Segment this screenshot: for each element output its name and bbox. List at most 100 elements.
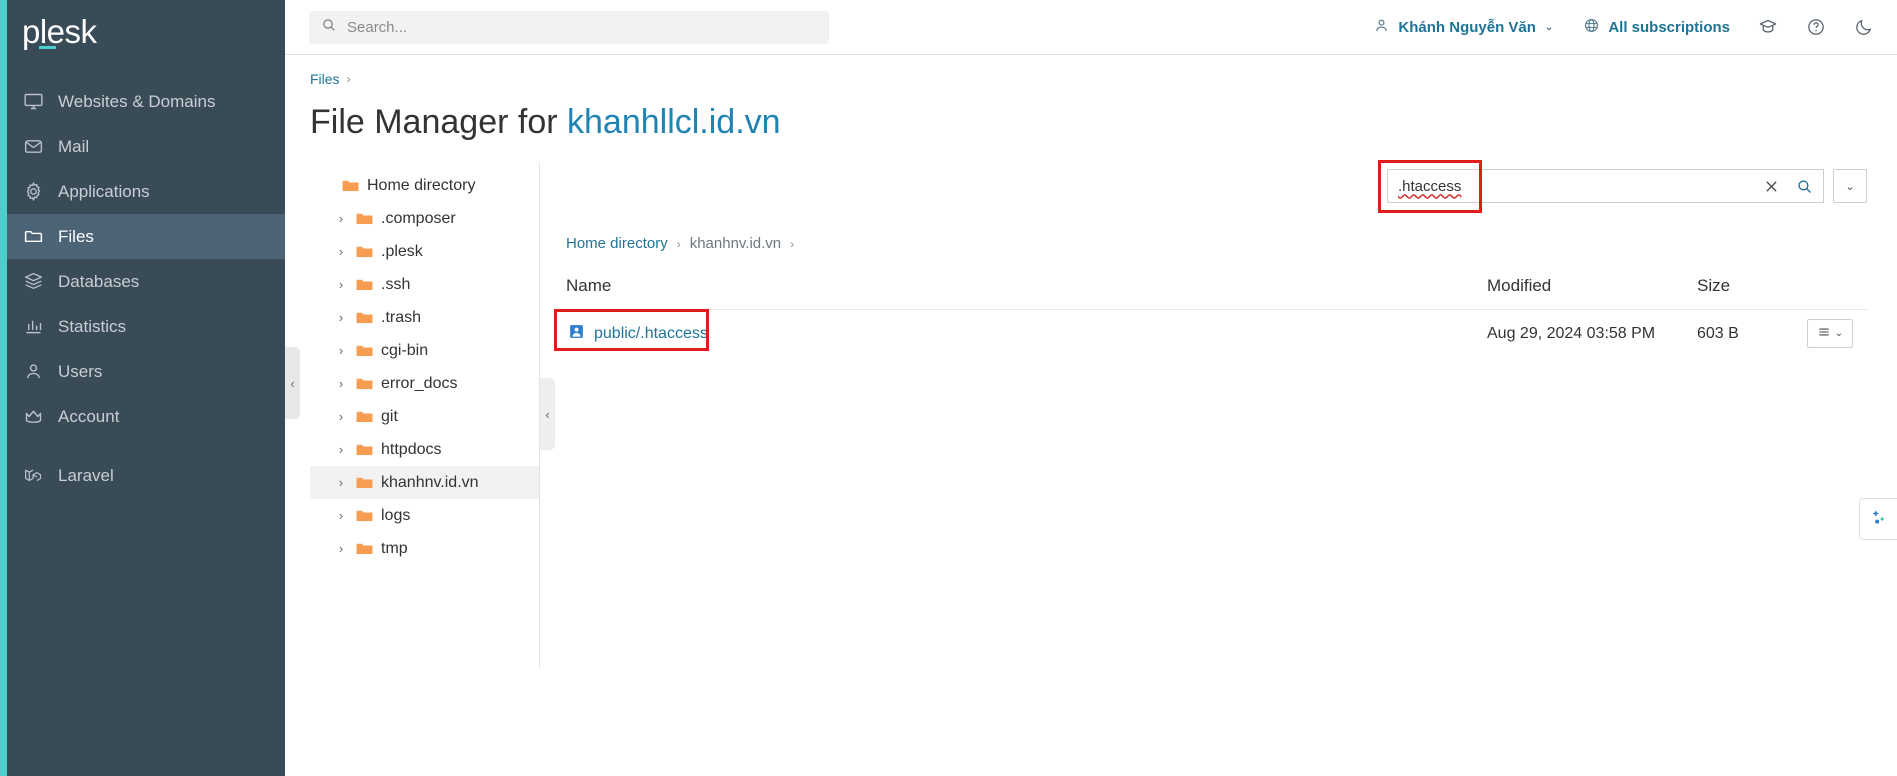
- chevron-right-icon[interactable]: ›: [334, 409, 348, 424]
- file-search-group: .htaccess ⌄: [1378, 160, 1867, 213]
- chevron-right-icon[interactable]: ›: [334, 508, 348, 523]
- row-actions-button[interactable]: ⌄: [1807, 319, 1853, 348]
- folder-icon: [341, 176, 360, 195]
- graduation-cap-icon: [1758, 17, 1778, 37]
- chevron-right-icon[interactable]: ›: [334, 310, 348, 325]
- tree-item-tmp[interactable]: › tmp: [310, 532, 539, 565]
- breadcrumb-item-files[interactable]: Files: [310, 71, 340, 87]
- file-search-dropdown-button[interactable]: ⌄: [1833, 169, 1867, 203]
- chevron-right-icon[interactable]: ›: [334, 541, 348, 556]
- tree-item-error-docs[interactable]: › error_docs: [310, 367, 539, 400]
- sidebar-item-databases[interactable]: Databases: [0, 259, 285, 304]
- sidebar-item-label: Laravel: [58, 465, 114, 485]
- tree-item-label: Home directory: [367, 176, 476, 194]
- topbar: Search... Khánh Nguyễn Văn ⌄ All subscri…: [285, 0, 1897, 54]
- all-subscriptions-link[interactable]: All subscriptions: [1583, 17, 1730, 38]
- file-name-link[interactable]: public/.htaccess: [594, 325, 708, 343]
- gear-icon: [23, 181, 44, 202]
- help-icon-button[interactable]: [1806, 17, 1826, 37]
- tree-item-label: khanhnv.id.vn: [381, 473, 479, 491]
- sidebar-item-websites-domains[interactable]: Websites & Domains: [0, 79, 285, 124]
- laravel-icon: [23, 465, 44, 486]
- chevron-right-icon[interactable]: ›: [334, 211, 348, 226]
- file-size-cell: 603 B: [1697, 324, 1739, 342]
- global-search-input[interactable]: Search...: [309, 10, 829, 44]
- folder-icon: [355, 308, 374, 327]
- tree-item-ssh[interactable]: › .ssh: [310, 268, 539, 301]
- envelope-icon: [23, 136, 44, 157]
- plesk-logo[interactable]: plesk: [0, 0, 285, 62]
- path-breadcrumb-separator: ›: [676, 236, 681, 251]
- graduation-cap-icon-button[interactable]: [1758, 17, 1778, 37]
- sidebar-nav: Websites & Domains Mail Applications Fil…: [0, 79, 285, 498]
- folder-icon: [355, 242, 374, 261]
- chevron-right-icon[interactable]: ›: [334, 244, 348, 259]
- tree-item-trash[interactable]: › .trash: [310, 301, 539, 334]
- sidebar-item-label: Applications: [58, 181, 150, 201]
- bar-chart-icon: [23, 316, 44, 337]
- chevron-left-icon: ‹: [290, 375, 295, 391]
- tree-item-khanhnv-id-vn[interactable]: › khanhnv.id.vn: [310, 466, 539, 499]
- file-modified-cell: Aug 29, 2024 03:58 PM: [1487, 324, 1656, 342]
- search-icon[interactable]: [1796, 178, 1813, 195]
- folder-icon: [355, 374, 374, 393]
- chevron-left-icon: ‹: [545, 406, 550, 422]
- sidebar-item-applications[interactable]: Applications: [0, 169, 285, 214]
- file-manager-body: › Home directory › .composer: [310, 160, 1897, 668]
- tree-item-git[interactable]: › git: [310, 400, 539, 433]
- tree-item-label: tmp: [381, 539, 408, 557]
- column-header-name[interactable]: Name: [566, 276, 1487, 296]
- path-breadcrumb: Home directory › khanhnv.id.vn ›: [566, 235, 1867, 252]
- breadcrumb-separator: ›: [346, 72, 351, 86]
- file-search-input[interactable]: .htaccess: [1378, 160, 1625, 213]
- chevron-right-icon[interactable]: ›: [334, 343, 348, 358]
- page-title-prefix: File Manager for: [310, 103, 567, 141]
- tree-item-composer[interactable]: › .composer: [310, 202, 539, 235]
- chevron-right-icon[interactable]: ›: [334, 442, 348, 457]
- column-header-size[interactable]: Size: [1697, 276, 1807, 296]
- assistant-widget-button[interactable]: [1859, 498, 1897, 540]
- sidebar-item-label: Statistics: [58, 316, 127, 336]
- sidebar-item-laravel[interactable]: Laravel: [0, 453, 285, 498]
- tree-item-httpdocs[interactable]: › httpdocs: [310, 433, 539, 466]
- sidebar-collapse-handle[interactable]: ‹: [285, 347, 300, 419]
- sidebar-item-statistics[interactable]: Statistics: [0, 304, 285, 349]
- sidebar-item-account[interactable]: Account: [0, 394, 285, 439]
- file-search-spacer[interactable]: [1625, 169, 1753, 203]
- main-area: Search... Khánh Nguyễn Văn ⌄ All subscri…: [285, 0, 1897, 776]
- question-mark-icon: [1806, 17, 1826, 37]
- search-icon: [321, 17, 337, 38]
- tree-collapse-handle[interactable]: ‹: [540, 378, 555, 450]
- path-breadcrumb-item-home[interactable]: Home directory: [566, 235, 668, 252]
- folder-icon: [355, 473, 374, 492]
- sidebar-item-mail[interactable]: Mail: [0, 124, 285, 169]
- sidebar-item-users[interactable]: Users: [0, 349, 285, 394]
- file-search-value: .htaccess: [1398, 177, 1462, 195]
- column-header-modified[interactable]: Modified: [1487, 276, 1697, 296]
- global-search-placeholder: Search...: [347, 18, 408, 36]
- chevron-down-icon: ⌄: [1845, 180, 1855, 193]
- logo-text: plesk: [22, 12, 97, 50]
- database-icon: [23, 271, 44, 292]
- chevron-right-icon[interactable]: ›: [334, 376, 348, 391]
- tree-item-cgi-bin[interactable]: › cgi-bin: [310, 334, 539, 367]
- path-breadcrumb-item-current[interactable]: khanhnv.id.vn: [690, 235, 781, 252]
- tree-item-plesk[interactable]: › .plesk: [310, 235, 539, 268]
- file-table-header: Name Modified Size: [566, 276, 1867, 309]
- tree-item-label: .plesk: [381, 242, 423, 260]
- tree-item-label: .composer: [381, 209, 456, 227]
- close-icon[interactable]: [1763, 178, 1780, 195]
- page-title-domain[interactable]: khanhllcl.id.vn: [567, 103, 781, 141]
- folder-icon: [355, 341, 374, 360]
- tree-item-logs[interactable]: › logs: [310, 499, 539, 532]
- moon-icon: [1854, 17, 1874, 37]
- theme-toggle-button[interactable]: [1854, 17, 1874, 37]
- chevron-right-icon[interactable]: ›: [334, 475, 348, 490]
- chevron-right-icon[interactable]: ›: [334, 277, 348, 292]
- table-row[interactable]: public/.htaccess Aug 29, 2024 03:58 PM 6…: [554, 308, 1867, 357]
- chevron-down-icon: ⌄: [1834, 328, 1844, 339]
- sidebar-item-files[interactable]: Files: [0, 214, 285, 259]
- tree-item-home-directory[interactable]: › Home directory: [310, 169, 539, 202]
- user-menu[interactable]: Khánh Nguyễn Văn ⌄: [1373, 17, 1553, 38]
- sidebar-item-label: Account: [58, 406, 120, 426]
